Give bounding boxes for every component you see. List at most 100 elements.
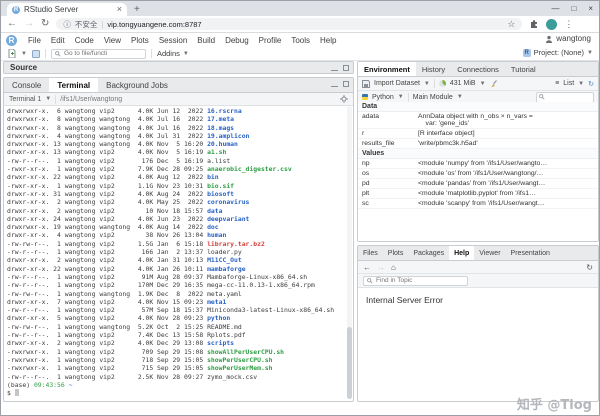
terminal-selector[interactable]: Terminal 1 [9, 96, 41, 103]
gear-icon[interactable] [340, 95, 348, 103]
minimize-pane-icon[interactable] [331, 86, 338, 87]
help-forward-icon[interactable]: → [377, 263, 385, 272]
user-menu[interactable]: wangtong [545, 34, 591, 43]
bookmark-star-icon[interactable]: ☆ [507, 19, 515, 30]
find-in-topic-box[interactable] [363, 276, 468, 286]
back-icon[interactable]: ← [7, 19, 17, 29]
tab-close-icon[interactable]: × [117, 5, 122, 14]
env-row-sc[interactable]: sc<module 'scanpy' from '/ifs1/User/wang… [358, 199, 598, 209]
menu-view[interactable]: View [99, 36, 126, 45]
tab-connections[interactable]: Connections [451, 62, 505, 76]
url-text[interactable]: vip.tongyuangene.com:8787 [107, 20, 201, 29]
tab-packages[interactable]: Packages [408, 246, 449, 260]
env-row-r[interactable]: r[R interface object] [358, 129, 598, 139]
refresh-icon[interactable]: ↻ [588, 80, 594, 88]
terminal-line: -rwxrwxr-x. 1 wangtong vip2 715 Sep 29 1… [7, 364, 350, 372]
terminal-input-line[interactable]: $ [7, 389, 350, 397]
env-row-adata[interactable]: adataAnnData object with n_obs × n_vars … [358, 112, 598, 129]
memory-gauge-icon[interactable] [439, 80, 446, 87]
addins-button[interactable]: Addins ▼ [157, 49, 189, 58]
list-view-icon[interactable]: ≡ [555, 80, 559, 87]
language-caret-icon[interactable]: ▼ [398, 94, 404, 100]
module-caret-icon[interactable]: ▼ [457, 94, 463, 100]
tab-console[interactable]: Console [4, 78, 49, 92]
save-icon[interactable] [362, 80, 370, 88]
menu-code[interactable]: Code [70, 36, 99, 45]
terminal-prompt: (base) 09:43:56 ~ [7, 381, 350, 389]
browser-menu-icon[interactable]: ⋮ [564, 19, 573, 30]
broom-icon[interactable] [490, 80, 498, 88]
tab-viewer[interactable]: Viewer [474, 246, 505, 260]
new-tab-button[interactable]: + [134, 4, 140, 15]
menu-profile[interactable]: Profile [254, 36, 287, 45]
menu-build[interactable]: Build [192, 36, 220, 45]
terminal-output[interactable]: drwxrwxr-x. 6 wangtong vip2 4.0K Jun 12 … [4, 105, 353, 401]
list-view-label[interactable]: List [563, 80, 574, 87]
goto-file-input[interactable] [64, 50, 142, 57]
tab-plots[interactable]: Plots [383, 246, 409, 260]
new-project-icon[interactable] [32, 50, 40, 58]
language-selector[interactable]: Python [372, 94, 394, 101]
env-row-results_file[interactable]: results_file'write/pbmc3k.h5ad' [358, 139, 598, 149]
site-info-icon[interactable]: ⓘ [63, 19, 71, 30]
maximize-pane-icon[interactable] [343, 81, 349, 87]
scrollbar-thumb[interactable] [347, 327, 352, 399]
import-dataset-caret-icon[interactable]: ▼ [424, 81, 430, 87]
find-in-topic-input[interactable] [376, 277, 464, 284]
maximize-pane-icon[interactable] [343, 65, 349, 71]
terminal-selector-caret-icon[interactable]: ▼ [45, 96, 51, 102]
env-row-pd[interactable]: pd<module 'pandas' from '/ifs1/User/wang… [358, 179, 598, 189]
address-bar[interactable]: ⓘ 不安全 | vip.tongyuangene.com:8787 ☆ [56, 18, 522, 30]
tab-help[interactable]: Help [449, 246, 474, 260]
env-row-os[interactable]: os<module 'os' from '/ifs1/User/wangtong… [358, 169, 598, 179]
project-selector[interactable]: R Project: (None) ▼ [523, 48, 593, 57]
menu-tools[interactable]: Tools [286, 36, 315, 45]
new-file-icon[interactable] [8, 49, 16, 58]
menu-help[interactable]: Help [315, 36, 341, 45]
terminal-scrollbar[interactable] [347, 106, 352, 399]
goto-file-box[interactable] [51, 49, 146, 59]
new-file-caret-icon[interactable]: ▼ [21, 51, 27, 57]
tab-environment[interactable]: Environment [358, 62, 416, 76]
tab-background-jobs[interactable]: Background Jobs [98, 78, 176, 92]
help-back-icon[interactable]: ← [363, 263, 371, 272]
env-row-np[interactable]: np<module 'numpy' from '/ifs1/User/wangt… [358, 159, 598, 169]
menu-session[interactable]: Session [154, 36, 192, 45]
window-close-button[interactable]: × [588, 4, 593, 13]
menu-file[interactable]: File [23, 36, 46, 45]
list-view-caret-icon[interactable]: ▼ [578, 81, 584, 87]
module-selector[interactable]: Main Module [413, 94, 453, 101]
browser-tab[interactable]: R RStudio Server × [7, 3, 127, 16]
project-caret-icon: ▼ [587, 50, 593, 56]
terminal-line: drwxr-xr-x. 2 wangtong vip2 4.0K Dec 29 … [7, 339, 350, 347]
environment-content: DataadataAnnData object with n_obs × n_v… [358, 102, 598, 241]
memory-caret-icon[interactable]: ▼ [480, 81, 486, 87]
browser-profile-avatar[interactable] [546, 19, 557, 30]
environment-search-input[interactable] [547, 93, 587, 102]
menu-plots[interactable]: Plots [126, 36, 154, 45]
window-maximize-button[interactable]: □ [571, 4, 576, 13]
terminal-line: drwxr-xr-x. 4 wangtong vip2 38 Nov 26 13… [7, 231, 350, 239]
terminal-line: drwxrwxr-x. 6 wangtong vip2 4.0K Jun 12 … [7, 107, 350, 115]
help-refresh-icon[interactable]: ↻ [586, 263, 593, 272]
tab-files[interactable]: Files [358, 246, 383, 260]
tab-presentation[interactable]: Presentation [506, 246, 555, 260]
env-var-name: results_file [362, 140, 414, 147]
terminal-line: drwxrwxr-x. 13 wangtong wangtong 4.0K No… [7, 140, 350, 148]
extensions-icon[interactable] [529, 19, 539, 29]
reload-icon[interactable]: ↻ [41, 19, 49, 29]
env-row-plt[interactable]: plt<module 'matplotlib.pyplot' from '/if… [358, 189, 598, 199]
tab-history[interactable]: History [416, 62, 451, 76]
tab-terminal[interactable]: Terminal [49, 78, 98, 92]
forward-icon[interactable]: → [24, 19, 34, 29]
window-minimize-button[interactable]: — [551, 4, 559, 13]
home-icon[interactable]: ⌂ [391, 263, 396, 272]
import-dataset-button[interactable]: Import Dataset [374, 80, 420, 87]
minimize-pane-icon[interactable] [331, 70, 338, 71]
menu-edit[interactable]: Edit [46, 36, 70, 45]
terminal-cursor [15, 389, 19, 396]
memory-usage-label[interactable]: 431 MiB [450, 80, 476, 87]
menu-debug[interactable]: Debug [220, 36, 254, 45]
tab-tutorial[interactable]: Tutorial [505, 62, 542, 76]
environment-search-box[interactable] [536, 92, 594, 103]
